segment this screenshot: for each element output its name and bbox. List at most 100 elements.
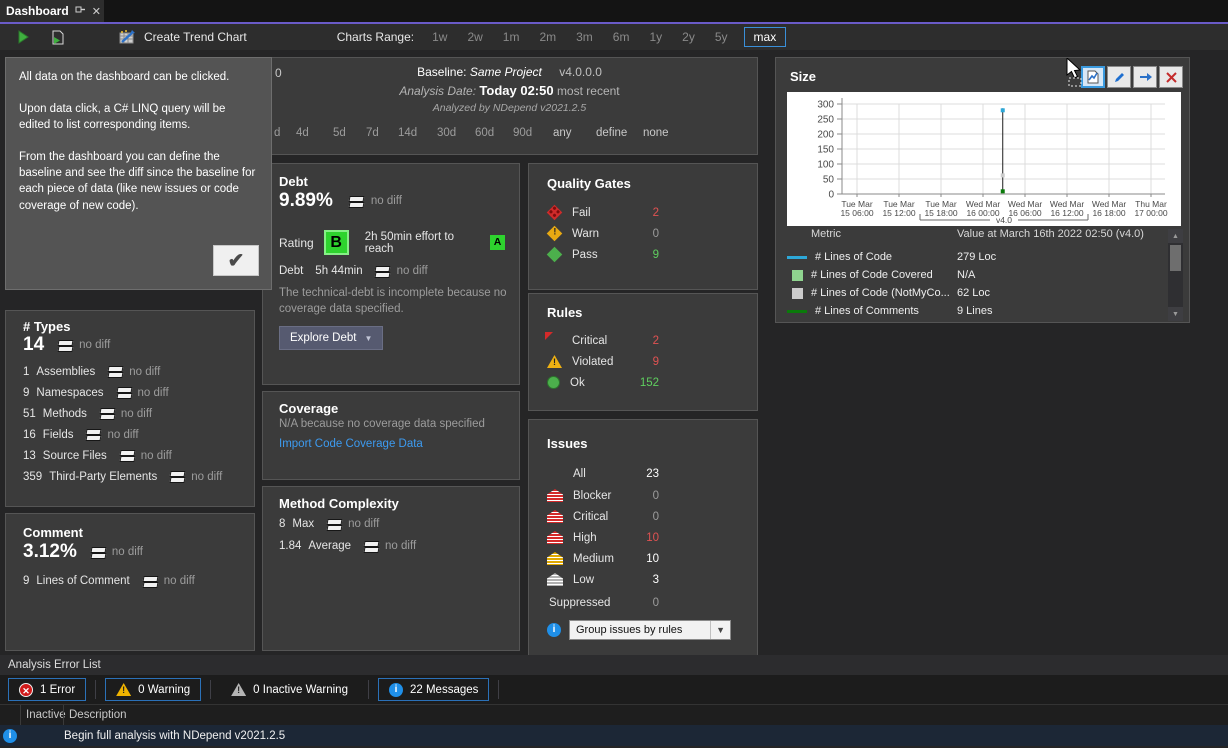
- range-5y[interactable]: 5y: [715, 30, 728, 44]
- all-label[interactable]: All: [573, 468, 625, 480]
- row-count[interactable]: 9: [23, 575, 29, 587]
- comment-no-diff[interactable]: no diff: [112, 546, 143, 558]
- range-2m[interactable]: 2m: [539, 30, 556, 44]
- explore-debt-button[interactable]: Explore Debt ▼: [279, 326, 383, 350]
- clipped-day-option[interactable]: d: [274, 127, 280, 139]
- import-coverage-link[interactable]: Import Code Coverage Data: [279, 438, 423, 450]
- create-trend-chart-icon[interactable]: [116, 27, 138, 47]
- row-label[interactable]: Third-Party Elements: [49, 471, 157, 483]
- row-no-diff[interactable]: no diff: [121, 408, 152, 420]
- row-count[interactable]: 359: [23, 471, 42, 483]
- ok-label[interactable]: Ok: [570, 377, 625, 389]
- effort-target-badge[interactable]: A: [490, 235, 505, 250]
- day-90d[interactable]: 90d: [513, 127, 532, 139]
- high-label[interactable]: High: [573, 532, 625, 544]
- size-trend-chart[interactable]: 050100150200250300Tue Mar15 06:00Tue Mar…: [787, 92, 1181, 226]
- day-14d[interactable]: 14d: [398, 127, 417, 139]
- export-chart-button[interactable]: [1133, 66, 1157, 88]
- blocker-label[interactable]: Blocker: [573, 490, 625, 502]
- row-label[interactable]: Lines of Comment: [36, 575, 129, 587]
- row-count[interactable]: 16: [23, 429, 36, 441]
- column-description[interactable]: Description: [64, 709, 127, 721]
- range-2y[interactable]: 2y: [682, 30, 695, 44]
- legend-scrollbar[interactable]: ▲ ▼: [1168, 229, 1183, 321]
- day-60d[interactable]: 60d: [475, 127, 494, 139]
- violated-label[interactable]: Violated: [572, 356, 625, 368]
- group-issues-dropdown[interactable]: Group issues by rules ▼: [569, 620, 731, 640]
- low-value[interactable]: 3: [625, 574, 659, 586]
- violated-value[interactable]: 9: [625, 356, 659, 368]
- range-max-selected[interactable]: max: [744, 27, 787, 47]
- range-1w[interactable]: 1w: [432, 30, 447, 44]
- critical-value[interactable]: 2: [625, 335, 659, 347]
- scroll-up-icon[interactable]: ▲: [1168, 229, 1183, 243]
- high-value[interactable]: 10: [625, 532, 659, 544]
- series-label[interactable]: # Lines of Code (NotMyCo...: [811, 287, 950, 299]
- row-label[interactable]: Assemblies: [36, 366, 95, 378]
- types-no-diff[interactable]: no diff: [79, 339, 110, 351]
- suppressed-label[interactable]: Suppressed: [549, 597, 625, 609]
- row-label[interactable]: Source Files: [43, 450, 107, 462]
- range-3m[interactable]: 3m: [576, 30, 593, 44]
- dismiss-info-button[interactable]: ✔: [213, 245, 259, 276]
- close-icon[interactable]: ✕: [92, 5, 101, 18]
- medium-value[interactable]: 10: [625, 553, 659, 565]
- day-30d[interactable]: 30d: [437, 127, 456, 139]
- error-list-row[interactable]: i Begin full analysis with NDepend v2021…: [0, 725, 1228, 746]
- row-count[interactable]: 51: [23, 408, 36, 420]
- row-label[interactable]: Namespaces: [36, 387, 103, 399]
- pass-value[interactable]: 9: [625, 249, 659, 261]
- scrollbar-thumb[interactable]: [1170, 245, 1181, 271]
- range-1y[interactable]: 1y: [649, 30, 662, 44]
- row-count[interactable]: 9: [23, 387, 29, 399]
- debt-time-value[interactable]: 5h 44min: [315, 265, 362, 277]
- fail-label[interactable]: Fail: [572, 207, 625, 219]
- inactive-warnings-filter-button[interactable]: 0 Inactive Warning: [220, 678, 359, 701]
- baseline-define-link[interactable]: define: [596, 127, 627, 139]
- effort-text[interactable]: 2h 50min effort to reach: [365, 231, 480, 255]
- pass-label[interactable]: Pass: [572, 249, 625, 261]
- row-no-diff[interactable]: no diff: [141, 450, 172, 462]
- row-label[interactable]: Methods: [43, 408, 87, 420]
- baseline-none-link[interactable]: none: [643, 127, 669, 139]
- types-count[interactable]: 14: [23, 334, 44, 356]
- row-count[interactable]: 8: [279, 518, 285, 530]
- analysis-error-list-titlebar[interactable]: Analysis Error List: [0, 655, 1228, 675]
- ok-value[interactable]: 152: [625, 377, 659, 389]
- critical-issues-label[interactable]: Critical: [573, 511, 625, 523]
- column-inactive[interactable]: Inactive: [21, 709, 63, 721]
- fail-value[interactable]: 2: [625, 207, 659, 219]
- row-count[interactable]: 1: [23, 366, 29, 378]
- baseline-version[interactable]: v4.0.0.0: [559, 65, 602, 79]
- blocker-value[interactable]: 0: [625, 490, 659, 502]
- warn-value[interactable]: 0: [625, 228, 659, 240]
- run-analysis-on-project-icon[interactable]: [46, 27, 68, 47]
- range-1m[interactable]: 1m: [503, 30, 520, 44]
- tab-dashboard[interactable]: Dashboard ✕: [0, 0, 104, 22]
- debt-time-no-diff[interactable]: no diff: [397, 265, 428, 277]
- critical-label[interactable]: Critical: [572, 335, 625, 347]
- row-no-diff[interactable]: no diff: [348, 518, 379, 530]
- comment-percent[interactable]: 3.12%: [23, 541, 77, 563]
- day-5d[interactable]: 5d: [333, 127, 346, 139]
- debt-no-diff[interactable]: no diff: [371, 195, 402, 207]
- messages-filter-button[interactable]: i 22 Messages: [378, 678, 489, 701]
- scroll-down-icon[interactable]: ▼: [1168, 307, 1183, 321]
- row-no-diff[interactable]: no diff: [129, 366, 160, 378]
- medium-label[interactable]: Medium: [573, 553, 625, 565]
- warn-label[interactable]: Warn: [572, 228, 625, 240]
- range-6m[interactable]: 6m: [613, 30, 630, 44]
- row-label[interactable]: Max: [292, 518, 314, 530]
- warnings-filter-button[interactable]: 0 Warning: [105, 678, 201, 701]
- errors-filter-button[interactable]: ✕ 1 Error: [8, 678, 86, 701]
- day-4d[interactable]: 4d: [296, 127, 309, 139]
- row-no-diff[interactable]: no diff: [107, 429, 138, 441]
- row-count[interactable]: 13: [23, 450, 36, 462]
- row-count[interactable]: 1.84: [279, 540, 301, 552]
- pin-icon[interactable]: [75, 4, 86, 18]
- suppressed-value[interactable]: 0: [625, 597, 659, 609]
- row-label[interactable]: Fields: [43, 429, 74, 441]
- series-label[interactable]: # Lines of Code: [815, 251, 892, 263]
- series-label[interactable]: # Lines of Code Covered: [811, 269, 933, 281]
- baseline-value[interactable]: Same Project: [470, 65, 542, 79]
